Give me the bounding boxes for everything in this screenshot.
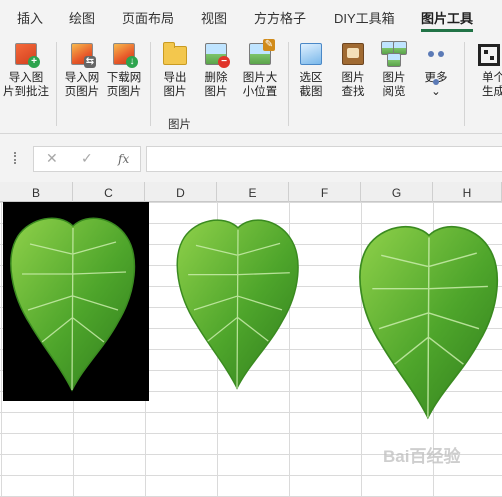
- button-label: 图片: [204, 86, 228, 98]
- ribbon-separator: [464, 42, 465, 126]
- button-label: 图片大: [242, 72, 278, 84]
- column-header-c[interactable]: C: [73, 182, 145, 202]
- column-header-g[interactable]: G: [361, 182, 433, 202]
- import-image-to-comment-button[interactable]: + 导入图 片到批注: [0, 40, 52, 106]
- ribbon-tab-bar: 插入 绘图 页面布局 视图 方方格子 DIY工具箱 图片工具: [0, 0, 502, 34]
- leaf-image-1[interactable]: [8, 214, 138, 394]
- tab-view[interactable]: 视图: [201, 0, 227, 34]
- cancel-icon[interactable]: ✕: [46, 150, 58, 167]
- qr-generate-button[interactable]: 单个 生成: [474, 40, 502, 106]
- watermark-text: Bai百经验: [383, 447, 461, 466]
- drag-handle[interactable]: [14, 152, 17, 164]
- button-label: 生成: [482, 86, 502, 98]
- column-header-f[interactable]: F: [289, 182, 361, 202]
- tab-draw[interactable]: 绘图: [69, 0, 95, 34]
- button-label: 选区: [299, 72, 323, 84]
- download-web-image-icon: ↓: [110, 40, 138, 68]
- button-label: 单个: [482, 72, 502, 84]
- image-preview-icon: [380, 40, 408, 68]
- tab-insert[interactable]: 插入: [17, 0, 43, 34]
- image-size-position-button[interactable]: ✎ 图片大 小位置: [238, 39, 282, 106]
- column-header-bar: B C D E F G H: [0, 182, 502, 202]
- ribbon-separator: [288, 42, 289, 126]
- button-label: 截图: [299, 86, 323, 98]
- download-web-image-button[interactable]: ↓ 下载网 页图片: [104, 40, 144, 106]
- tab-diy-toolbox[interactable]: DIY工具箱: [334, 0, 395, 34]
- button-label: 导入网: [64, 72, 100, 84]
- button-label: 图片: [382, 72, 406, 84]
- button-label: 阅览: [382, 86, 406, 98]
- tab-fangfangezi[interactable]: 方方格子: [254, 0, 306, 34]
- leaf-image-3[interactable]: [356, 222, 502, 422]
- ribbon-separator: [56, 42, 57, 126]
- import-web-image-button[interactable]: ⇆ 导入网 页图片: [60, 40, 104, 106]
- image-find-button[interactable]: 图片 查找: [334, 40, 372, 106]
- qr-code-icon: [474, 40, 502, 68]
- formula-input[interactable]: [146, 146, 502, 172]
- column-header-h[interactable]: H: [433, 182, 502, 202]
- button-label: 查找: [341, 86, 365, 98]
- formula-bar: ✕ ✓ fx: [0, 134, 502, 182]
- button-label: 导出: [163, 72, 187, 84]
- selection-screenshot-button[interactable]: 选区 截图: [292, 40, 330, 106]
- button-label: 图片: [341, 72, 365, 84]
- tab-image-tools[interactable]: 图片工具: [421, 0, 474, 34]
- export-image-button[interactable]: 导出 图片: [156, 40, 194, 106]
- button-label: 下载网: [106, 72, 142, 84]
- ribbon-separator: [150, 42, 151, 126]
- column-header-e[interactable]: E: [217, 182, 289, 202]
- button-label: 导入图: [8, 72, 44, 84]
- column-header-b[interactable]: B: [0, 182, 73, 202]
- delete-image-icon: −: [202, 40, 230, 68]
- confirm-icon[interactable]: ✓: [81, 150, 93, 167]
- ribbon-panel: + 导入图 片到批注 ⇆ 导入网 页图片 ↓ 下载网 页图片 导出 图片 − 删…: [0, 34, 502, 134]
- tab-page-layout[interactable]: 页面布局: [122, 0, 174, 34]
- more-dots-icon: [422, 40, 450, 85]
- button-label: 片到批注: [3, 86, 49, 98]
- insert-function-icon[interactable]: fx: [118, 152, 129, 166]
- selection-screenshot-icon: [297, 40, 325, 68]
- image-find-icon: [339, 40, 367, 68]
- import-image-to-comment-icon: +: [12, 40, 40, 68]
- formula-controls: ✕ ✓ fx: [33, 146, 141, 172]
- export-image-folder-icon: [161, 40, 189, 68]
- button-label: 小位置: [242, 86, 278, 98]
- button-label: 删除: [204, 72, 228, 84]
- import-web-image-icon: ⇆: [68, 40, 96, 68]
- button-label: 页图片: [64, 86, 100, 98]
- column-header-d[interactable]: D: [145, 182, 217, 202]
- delete-image-button[interactable]: − 删除 图片: [196, 40, 236, 106]
- more-button[interactable]: 更多 ⌄: [417, 40, 455, 106]
- group-label-image: 图片: [168, 119, 191, 131]
- image-preview-button[interactable]: 图片 阅览: [375, 40, 413, 106]
- button-label: 图片: [163, 86, 187, 98]
- leaf-image-2[interactable]: [172, 216, 304, 392]
- button-label: 页图片: [106, 86, 142, 98]
- image-size-position-icon: ✎: [246, 39, 275, 68]
